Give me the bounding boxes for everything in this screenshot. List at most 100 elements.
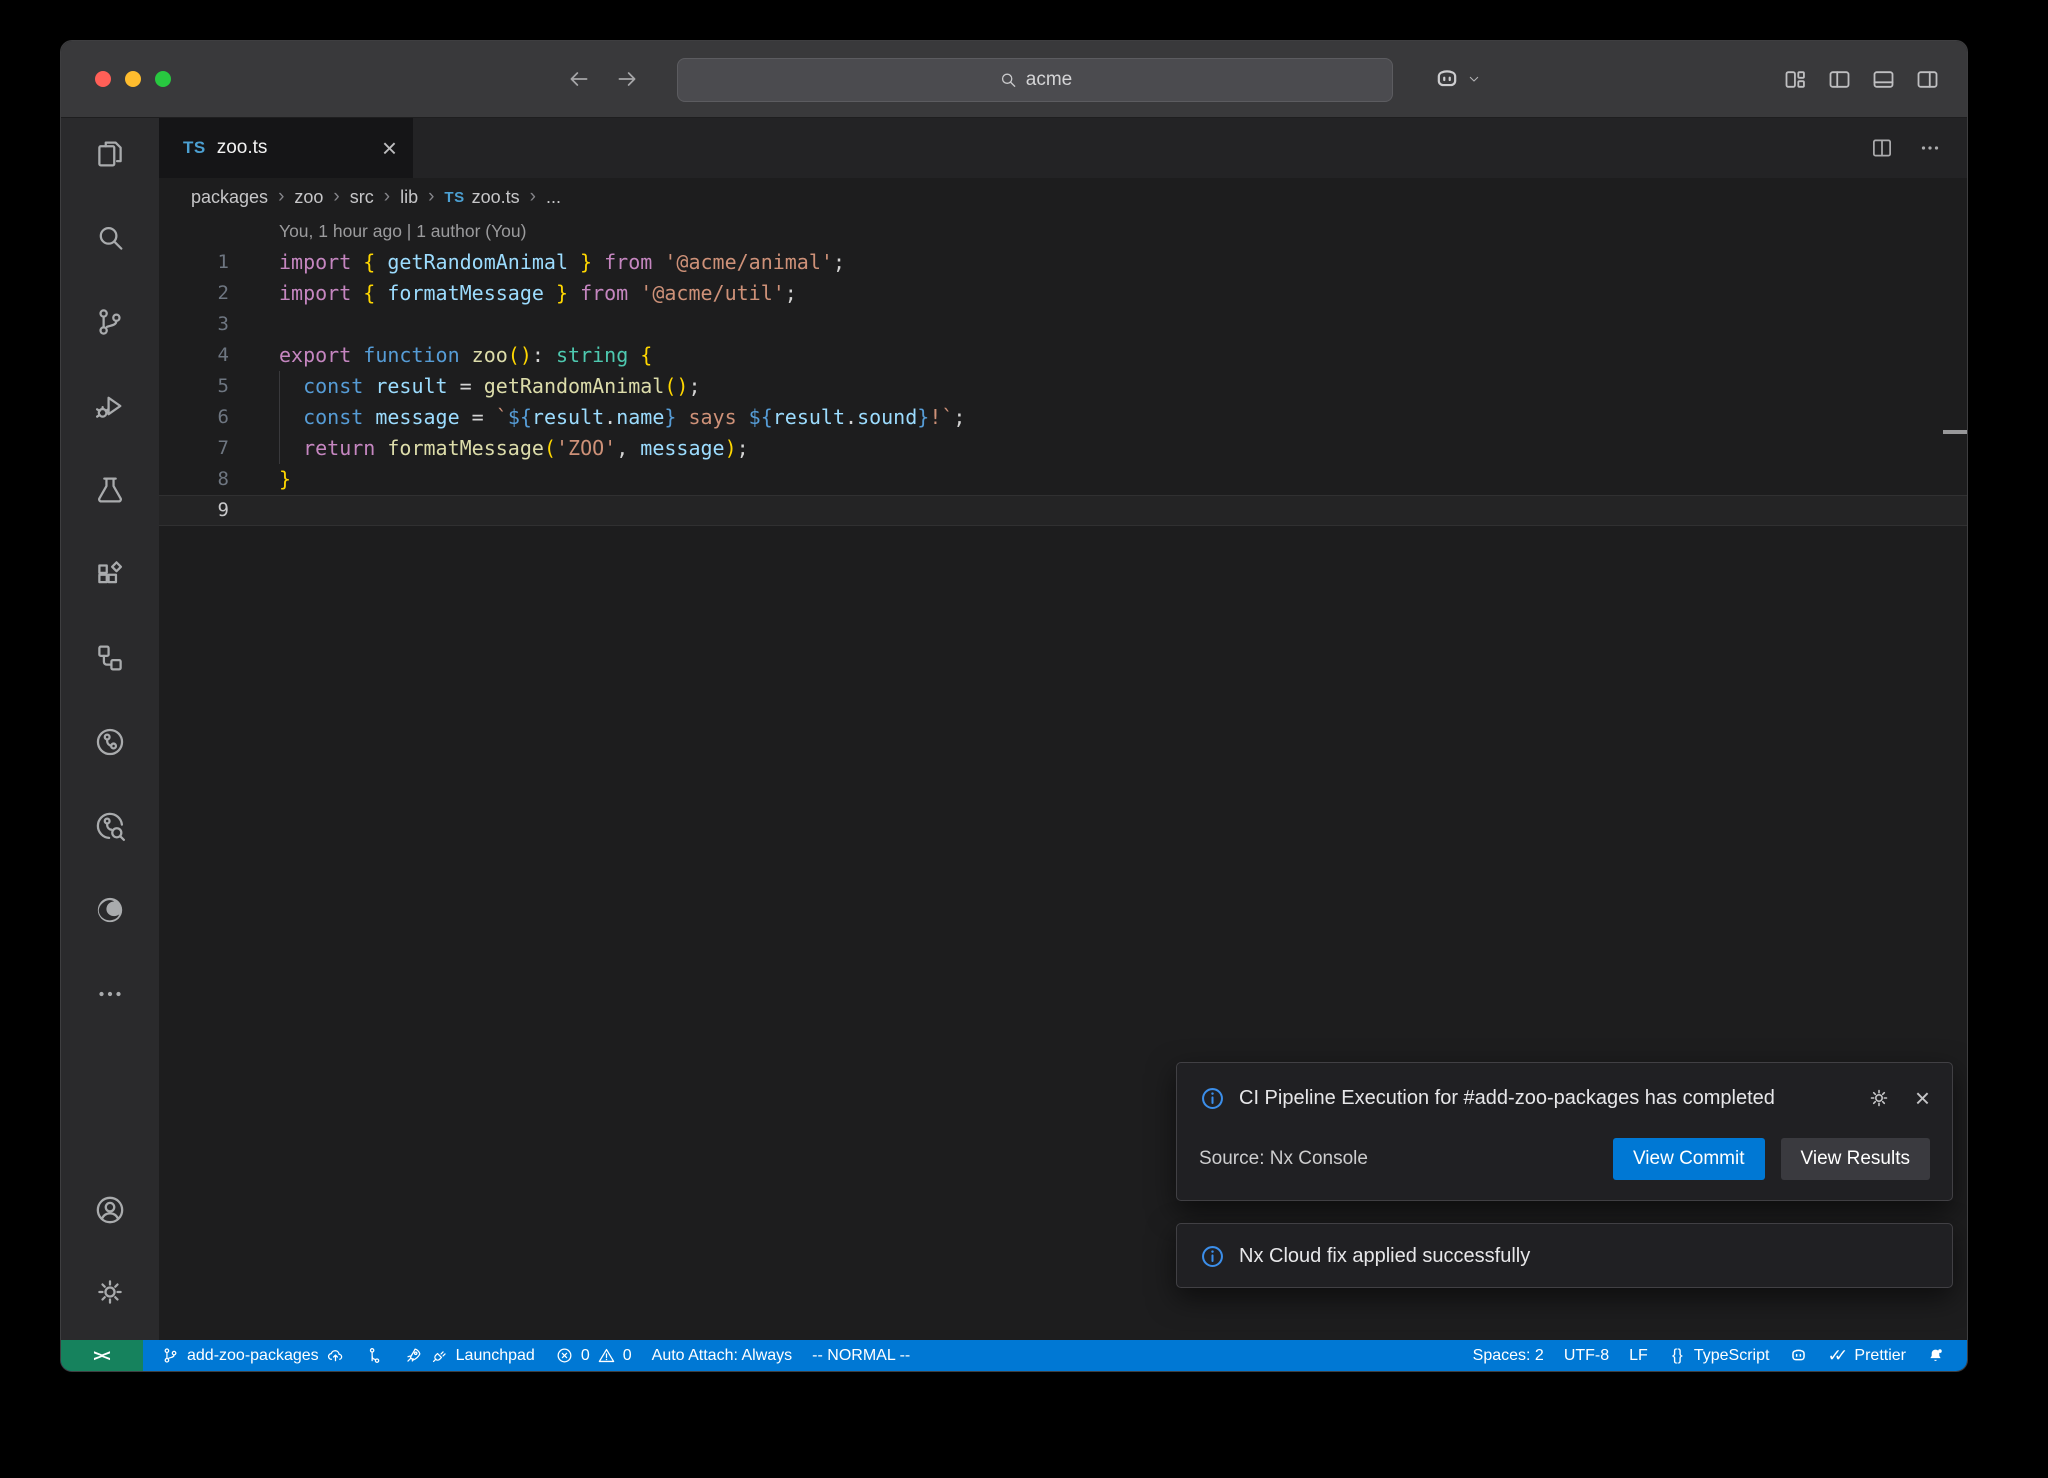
line-content: export function zoo(): string {: [229, 340, 652, 371]
vscode-window: acme TS zoo.ts ×: [60, 40, 1968, 1372]
cloud-upload-icon: [326, 1346, 345, 1365]
language-status[interactable]: {}TypeScript: [1658, 1340, 1780, 1371]
search-icon: [93, 221, 127, 255]
window-controls: [61, 71, 171, 87]
breadcrumb-item-zoo[interactable]: zoo: [294, 187, 323, 208]
formatter-status[interactable]: ✓✓Prettier: [1818, 1340, 1916, 1371]
search-icon: [998, 70, 1018, 90]
line-content: [229, 309, 279, 340]
forward-icon[interactable]: [614, 66, 640, 92]
activity-item-more[interactable]: [92, 976, 128, 1012]
git-branch-status[interactable]: add-zoo-packages: [151, 1340, 355, 1371]
more-actions-icon[interactable]: [1917, 135, 1943, 161]
code-line-1[interactable]: 1import { getRandomAnimal } from '@acme/…: [159, 247, 1967, 278]
back-icon[interactable]: [566, 66, 592, 92]
breadcrumb-tail[interactable]: ...: [546, 187, 561, 208]
remote-icon: ><: [93, 1346, 110, 1366]
tab-label: zoo.ts: [217, 137, 268, 159]
auto-attach-status[interactable]: Auto Attach: Always: [642, 1340, 803, 1371]
line-number: 3: [159, 309, 229, 340]
eol-status[interactable]: LF: [1619, 1340, 1658, 1371]
run-debug-icon: [93, 389, 127, 423]
notifications-bell[interactable]: [1916, 1340, 1955, 1371]
more-icon: [93, 977, 127, 1011]
problems-status[interactable]: 00: [545, 1340, 642, 1371]
source-control-icon: [93, 305, 127, 339]
layout-sidebar-left-icon[interactable]: [1826, 66, 1853, 93]
close-window-button[interactable]: [95, 71, 111, 87]
toast-source: Source: Nx Console: [1199, 1148, 1368, 1170]
indentation-status-label: Spaces: 2: [1473, 1347, 1544, 1365]
launchpad-status[interactable]: Launchpad: [394, 1340, 545, 1371]
activity-item-commit-graph[interactable]: [92, 724, 128, 760]
activity-item-source-control[interactable]: [92, 304, 128, 340]
tab-zoo-ts[interactable]: TS zoo.ts ×: [159, 118, 413, 178]
breadcrumb-item-lib[interactable]: lib: [400, 187, 418, 208]
copilot-status[interactable]: [1779, 1340, 1818, 1371]
nx-cloud-toast: Nx Cloud fix applied successfully: [1176, 1223, 1953, 1288]
activity-item-explorer[interactable]: [92, 136, 128, 172]
code-line-8[interactable]: 8}: [159, 464, 1967, 495]
layout-sidebar-right-icon[interactable]: [1914, 66, 1941, 93]
edge-icon: [93, 893, 127, 927]
remote-indicator[interactable]: ><: [61, 1340, 143, 1371]
code-line-7[interactable]: 7 return formatMessage('ZOO', message);: [159, 433, 1967, 464]
breadcrumb-separator: ›: [333, 186, 339, 208]
activity-item-extensions[interactable]: [92, 556, 128, 592]
close-tab-icon[interactable]: ×: [382, 135, 397, 161]
indentation-status[interactable]: Spaces: 2: [1463, 1340, 1554, 1371]
blame-annotation: You, 1 hour ago | 1 author (You): [159, 216, 1967, 247]
line-number: 8: [159, 464, 229, 495]
line-number: 1: [159, 247, 229, 278]
editor-actions: [1869, 118, 1967, 178]
activity-item-testing[interactable]: [92, 472, 128, 508]
activity-item-hierarchy[interactable]: [92, 640, 128, 676]
breadcrumb-item-src[interactable]: src: [350, 187, 374, 208]
vim-mode-status[interactable]: -- NORMAL --: [802, 1340, 920, 1371]
breadcrumb-item-packages[interactable]: packages: [191, 187, 268, 208]
code-line-4[interactable]: 4export function zoo(): string {: [159, 340, 1967, 371]
extensions-icon: [93, 557, 127, 591]
code-lines: 1import { getRandomAnimal } from '@acme/…: [159, 247, 1967, 526]
code-line-6[interactable]: 6 const message = `${result.name} says $…: [159, 402, 1967, 433]
code-line-2[interactable]: 2import { formatMessage } from '@acme/ut…: [159, 278, 1967, 309]
status-bar-left: add-zoo-packages Launchpad00Auto Attach: …: [143, 1340, 920, 1371]
git-branch-icon: [161, 1346, 180, 1365]
code-line-3[interactable]: 3: [159, 309, 1967, 340]
close-toast-icon[interactable]: ×: [1915, 1086, 1930, 1110]
git-commit-icon: [365, 1346, 384, 1365]
activity-item-account[interactable]: [92, 1192, 128, 1228]
activity-bar: [61, 118, 159, 1340]
view-results-button[interactable]: View Results: [1781, 1138, 1930, 1180]
breadcrumb-item-file[interactable]: TSzoo.ts: [444, 187, 519, 208]
activity-item-run-debug[interactable]: [92, 388, 128, 424]
encoding-status[interactable]: UTF-8: [1554, 1340, 1619, 1371]
activity-item-edge[interactable]: [92, 892, 128, 928]
breadcrumb-separator: ›: [278, 186, 284, 208]
layout-customize-icon[interactable]: [1782, 66, 1809, 93]
activity-item-search[interactable]: [92, 220, 128, 256]
vim-mode-status-label: -- NORMAL --: [812, 1347, 910, 1365]
problems-status-label: 0: [623, 1347, 632, 1365]
minimize-window-button[interactable]: [125, 71, 141, 87]
activity-item-gitlens-inspect[interactable]: [92, 808, 128, 844]
check-all-icon: ✓✓: [1828, 1346, 1847, 1365]
testing-icon: [93, 473, 127, 507]
zoom-window-button[interactable]: [155, 71, 171, 87]
git-commit-status[interactable]: [355, 1340, 394, 1371]
encoding-status-label: UTF-8: [1564, 1347, 1609, 1365]
code-line-5[interactable]: 5 const result = getRandomAnimal();: [159, 371, 1967, 402]
status-bar-right: Spaces: 2 UTF-8 LF{}TypeScript ✓✓Prettier: [1463, 1340, 1967, 1371]
bell-dot-icon: [1926, 1346, 1945, 1365]
error-circle-icon: [555, 1346, 574, 1365]
split-editor-icon[interactable]: [1869, 135, 1895, 161]
code-line-9[interactable]: 9: [159, 495, 1967, 526]
command-center-search[interactable]: acme: [677, 58, 1393, 102]
activity-item-settings-gear[interactable]: [92, 1274, 128, 1310]
copilot-menu[interactable]: [1433, 41, 1482, 117]
layout-panel-bottom-icon[interactable]: [1870, 66, 1897, 93]
settings-gear-icon[interactable]: [1867, 1086, 1891, 1110]
breadcrumb-separator: ›: [530, 186, 536, 208]
view-commit-button[interactable]: View Commit: [1613, 1138, 1765, 1180]
breadcrumb-file-label: zoo.ts: [472, 187, 520, 208]
